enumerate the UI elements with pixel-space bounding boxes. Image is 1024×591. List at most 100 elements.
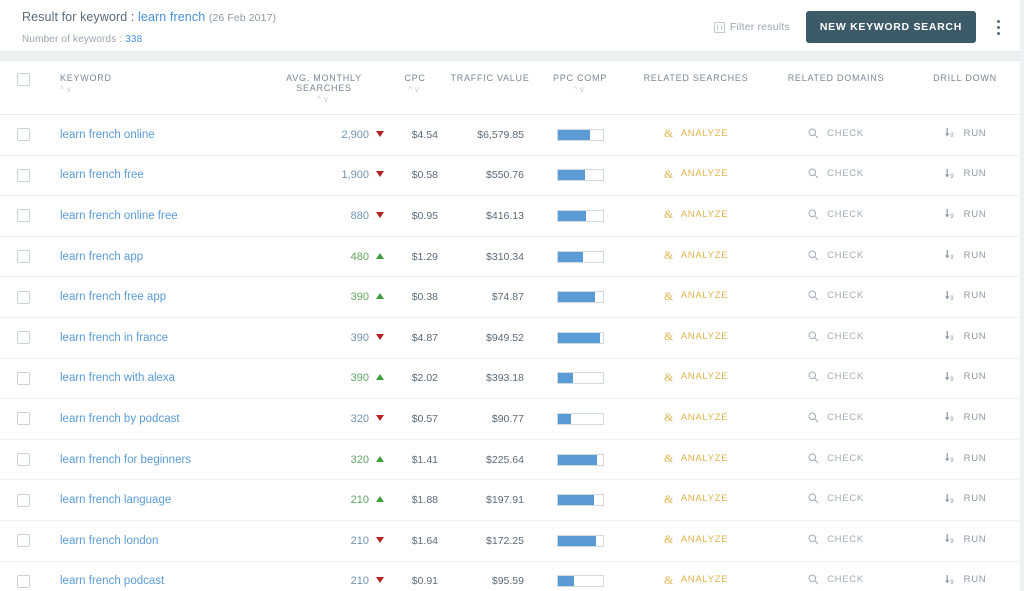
related-searches-cell: & ANALYZE <box>626 439 766 480</box>
row-checkbox[interactable] <box>16 168 30 182</box>
check-button[interactable]: CHECK <box>808 209 864 220</box>
ampersand-icon: & <box>664 371 673 383</box>
check-button[interactable]: CHECK <box>808 371 864 382</box>
table-body: learn french online 2,900 $4.54 $6,579.8… <box>0 115 1024 591</box>
analyze-button[interactable]: & ANALYZE <box>664 533 729 545</box>
more-vertical-icon[interactable] <box>986 12 1010 42</box>
check-button[interactable]: CHECK <box>808 331 864 342</box>
header-keyword[interactable]: KEYWORD ^∨ <box>46 61 264 115</box>
check-button[interactable]: CHECK <box>808 412 864 423</box>
row-checkbox[interactable] <box>16 412 30 426</box>
keyword-link[interactable]: learn french by podcast <box>46 413 180 425</box>
row-checkbox[interactable] <box>16 250 30 264</box>
analyze-button[interactable]: & ANALYZE <box>664 249 729 261</box>
row-checkbox[interactable] <box>16 493 30 507</box>
sort-controls-avg-monthly-searches[interactable]: ^∨ <box>264 96 384 104</box>
result-keyword[interactable]: learn french <box>138 10 205 24</box>
analyze-button[interactable]: & ANALYZE <box>664 574 729 586</box>
table-row[interactable]: learn french by podcast 320 $0.57 $90.77… <box>0 399 1024 440</box>
caret-down-icon[interactable]: ∨ <box>414 85 422 94</box>
header-cpc[interactable]: CPC ^∨ <box>384 61 446 115</box>
run-button[interactable]: 9 RUN <box>944 127 987 139</box>
caret-down-icon[interactable]: ∨ <box>66 85 74 94</box>
row-checkbox[interactable] <box>16 290 30 304</box>
analyze-button[interactable]: & ANALYZE <box>664 411 729 423</box>
analyze-button[interactable]: & ANALYZE <box>664 371 729 383</box>
ppc-comp-cell <box>534 155 626 196</box>
table-row[interactable]: learn french london 210 $1.64 $172.25 & … <box>0 520 1024 562</box>
run-button[interactable]: 9 RUN <box>944 533 987 545</box>
related-domains-cell: CHECK <box>766 317 906 358</box>
caret-down-icon[interactable]: ∨ <box>323 95 331 104</box>
keyword-link[interactable]: learn french in france <box>46 332 168 344</box>
analyze-button[interactable]: & ANALYZE <box>664 452 729 464</box>
table-row[interactable]: learn french with alexa 390 $2.02 $393.1… <box>0 358 1024 399</box>
row-select-cell <box>0 236 46 277</box>
keyword-cell: learn french podcast <box>46 561 264 591</box>
analyze-button[interactable]: & ANALYZE <box>664 330 729 342</box>
run-button[interactable]: 9 RUN <box>944 249 987 261</box>
analyze-button[interactable]: & ANALYZE <box>664 493 729 505</box>
row-checkbox[interactable] <box>16 453 30 467</box>
row-checkbox[interactable] <box>16 331 30 345</box>
table-row[interactable]: learn french language 210 $1.88 $197.91 … <box>0 480 1024 521</box>
row-checkbox[interactable] <box>16 574 30 588</box>
run-button[interactable]: 9 RUN <box>944 208 987 220</box>
header-avg-monthly-searches[interactable]: AVG. MONTHLY SEARCHES ^∨ <box>264 61 384 115</box>
analyze-button[interactable]: & ANALYZE <box>664 168 729 180</box>
keyword-link[interactable]: learn french free <box>46 169 144 181</box>
keyword-link[interactable]: learn french app <box>46 251 143 263</box>
check-button[interactable]: CHECK <box>808 453 864 464</box>
row-checkbox[interactable] <box>16 128 30 142</box>
header-ppc-comp[interactable]: PPC COMP ^∨ <box>534 61 626 115</box>
table-row[interactable]: learn french online 2,900 $4.54 $6,579.8… <box>0 115 1024 156</box>
keyword-link[interactable]: learn french london <box>46 535 158 547</box>
table-row[interactable]: learn french online free 880 $0.95 $416.… <box>0 196 1024 237</box>
run-button[interactable]: 9 RUN <box>944 411 987 423</box>
keyword-link[interactable]: learn french for beginners <box>46 454 191 466</box>
ppc-comp-bar-fill <box>557 413 571 424</box>
run-button[interactable]: 9 RUN <box>944 371 987 383</box>
keyword-link[interactable]: learn french online <box>46 129 155 141</box>
row-checkbox[interactable] <box>16 209 30 223</box>
check-button[interactable]: CHECK <box>808 534 864 545</box>
sort-controls-cpc[interactable]: ^∨ <box>384 86 446 94</box>
table-row[interactable]: learn french in france 390 $4.87 $949.52… <box>0 317 1024 359</box>
table-row[interactable]: learn french free 1,900 $0.58 $550.76 & … <box>0 155 1024 196</box>
keyword-link[interactable]: learn french language <box>46 494 171 506</box>
keyword-cell: learn french free <box>46 155 264 196</box>
run-button[interactable]: 9 RUN <box>944 168 987 180</box>
run-button[interactable]: 9 RUN <box>944 452 987 464</box>
analyze-button[interactable]: & ANALYZE <box>664 290 729 302</box>
table-row[interactable]: learn french podcast 210 $0.91 $95.59 & … <box>0 561 1024 591</box>
run-button[interactable]: 9 RUN <box>944 493 987 505</box>
check-button[interactable]: CHECK <box>808 574 864 585</box>
analyze-button[interactable]: & ANALYZE <box>664 127 729 139</box>
select-all-checkbox[interactable] <box>16 73 30 86</box>
sort-controls-ppc-comp[interactable]: ^∨ <box>534 86 626 94</box>
run-button[interactable]: 9 RUN <box>944 330 987 342</box>
new-keyword-search-button[interactable]: NEW KEYWORD SEARCH <box>805 11 976 43</box>
table-row[interactable]: learn french free app 390 $0.38 $74.87 &… <box>0 277 1024 318</box>
analyze-button[interactable]: & ANALYZE <box>664 208 729 220</box>
filter-results-button[interactable]: Filter results <box>713 21 790 33</box>
check-button[interactable]: CHECK <box>808 493 864 504</box>
caret-down-icon[interactable]: ∨ <box>579 85 587 94</box>
row-checkbox[interactable] <box>16 371 30 385</box>
check-button[interactable]: CHECK <box>808 128 864 139</box>
keyword-link[interactable]: learn french online free <box>46 210 178 222</box>
header-related-searches: RELATED SEARCHES <box>626 61 766 115</box>
check-button[interactable]: CHECK <box>808 168 864 179</box>
check-button[interactable]: CHECK <box>808 290 864 301</box>
sort-controls-keyword[interactable]: ^∨ <box>60 86 264 94</box>
keyword-link[interactable]: learn french free app <box>46 291 166 303</box>
table-row[interactable]: learn french app 480 $1.29 $310.34 & ANA… <box>0 236 1024 277</box>
run-button[interactable]: 9 RUN <box>944 290 987 302</box>
check-button[interactable]: CHECK <box>808 250 864 261</box>
run-button[interactable]: 9 RUN <box>944 574 987 586</box>
keyword-link[interactable]: learn french podcast <box>46 575 164 587</box>
table-row[interactable]: learn french for beginners 320 $1.41 $22… <box>0 439 1024 480</box>
traffic-value-cell: $550.76 <box>486 169 524 182</box>
row-checkbox[interactable] <box>16 534 30 548</box>
keyword-link[interactable]: learn french with alexa <box>46 372 175 384</box>
